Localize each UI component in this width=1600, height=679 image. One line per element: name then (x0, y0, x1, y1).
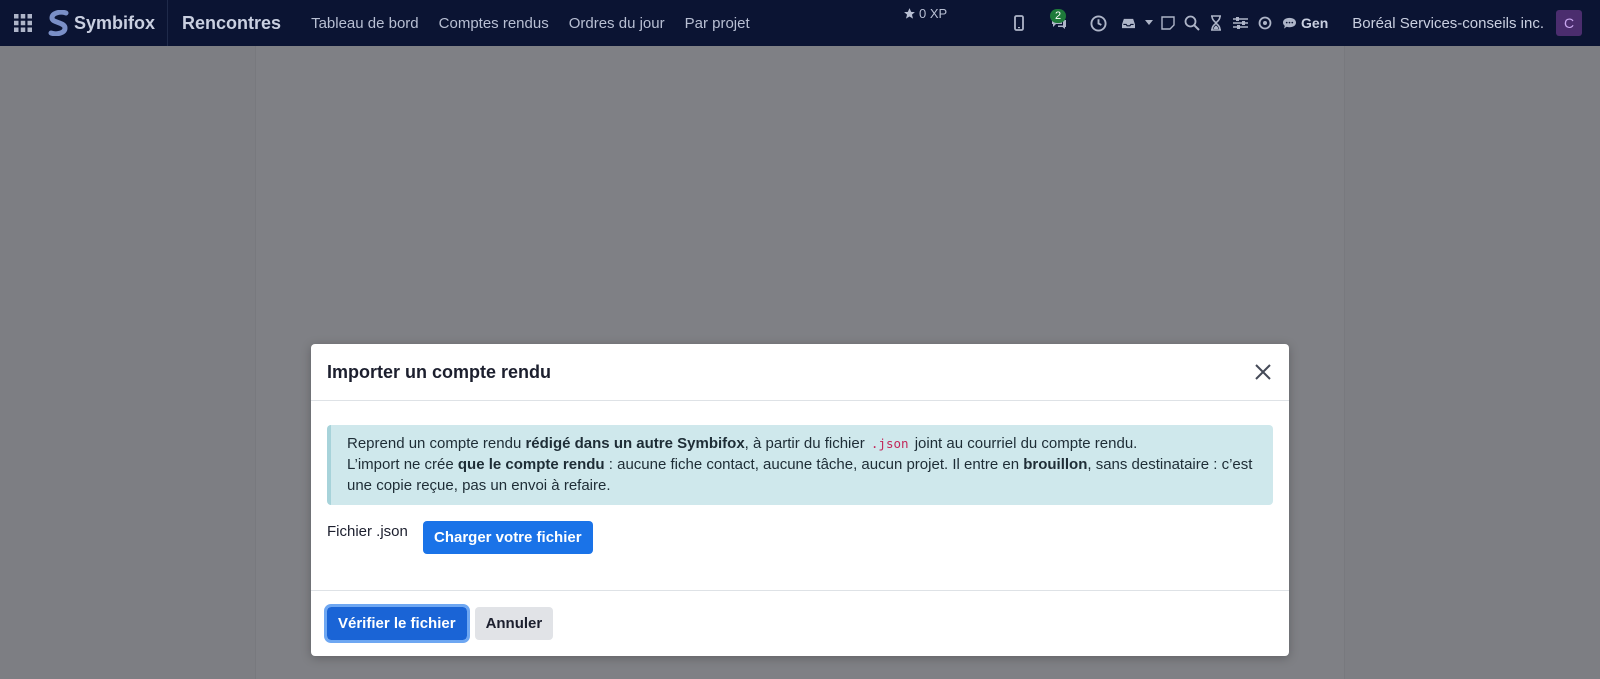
import-report-dialog: Importer un compte rendu Reprend un comp… (311, 344, 1289, 656)
dialog-header: Importer un compte rendu (311, 344, 1289, 401)
brand-logo-icon (48, 10, 69, 36)
settings-sliders-button[interactable] (1228, 0, 1252, 46)
close-button[interactable] (1253, 362, 1273, 382)
alert-bold-text: que le compte rendu (457, 456, 605, 473)
alert-line-2: L’import ne crée que le compte rendu : a… (347, 454, 1257, 496)
menu-item-ordres-du-jour[interactable]: Ordres du jour (559, 15, 675, 32)
star-icon (904, 8, 915, 19)
hourglass-icon (1211, 15, 1222, 31)
alert-bold-text: brouillon (1023, 456, 1088, 473)
user-avatar[interactable]: C (1556, 10, 1582, 36)
alert-text: : aucune fiche contact, aucune tâche, au… (604, 456, 1024, 473)
gen-label: Gen (1301, 15, 1329, 31)
search-button[interactable] (1180, 0, 1204, 46)
xp-counter[interactable]: 0 XP (903, 6, 947, 21)
clock-icon (1089, 14, 1107, 32)
messages-button[interactable]: 2 (1036, 0, 1082, 46)
systray: 2 Gen Boréal Services-conseils inc. C (1002, 0, 1600, 46)
alert-text: L’import ne crée (347, 456, 458, 473)
alert-bold-text: rédigé dans un autre Symbifox (525, 435, 745, 452)
alert-text: , à partir du fichier (744, 435, 869, 452)
apps-menu-button[interactable] (0, 0, 46, 46)
caret-down-icon (1145, 20, 1154, 25)
dialog-body: Reprend un compte rendu rédigé dans un a… (311, 401, 1289, 591)
note-icon (1161, 16, 1175, 30)
inbox-button[interactable] (1114, 0, 1142, 46)
brand-home-link[interactable]: Symbifox (46, 0, 169, 46)
sliders-icon (1232, 17, 1248, 29)
sun-icon (1258, 16, 1272, 30)
alert-line-1: Reprend un compte rendu rédigé dans un a… (347, 433, 1257, 454)
alert-text: joint au courriel du compte rendu. (910, 435, 1138, 452)
upload-file-button[interactable]: Charger votre fichier (423, 521, 593, 554)
mobile-button[interactable] (1002, 0, 1036, 46)
theme-toggle-button[interactable] (1252, 0, 1278, 46)
menu-item-par-projet[interactable]: Par projet (675, 15, 760, 32)
menu-item-comptes-rendus[interactable]: Comptes rendus (429, 15, 559, 32)
app-title[interactable]: Rencontres (182, 13, 281, 34)
inbox-dropdown-toggle[interactable] (1142, 0, 1156, 46)
alert-code-text: .json (870, 436, 909, 451)
main-menu: Tableau de bord Comptes rendus Ordres du… (301, 15, 760, 32)
cancel-button[interactable]: Annuler (474, 606, 554, 640)
activity-button[interactable] (1082, 0, 1114, 46)
apps-grid-icon (14, 14, 32, 32)
alert-text: Reprend un compte rendu (347, 435, 526, 452)
dialog-footer: Vérifier le fichier Annuler (311, 591, 1289, 655)
inbox-icon (1121, 18, 1135, 28)
top-navbar: Symbifox Rencontres Tableau de bord Comp… (0, 0, 1600, 46)
close-icon (1255, 364, 1271, 380)
messages-count-badge: 2 (1050, 9, 1067, 23)
search-icon (1184, 15, 1200, 31)
notes-button[interactable] (1156, 0, 1180, 46)
mobile-icon (1014, 15, 1024, 31)
speech-bubble-icon (1283, 17, 1297, 29)
verify-file-button[interactable]: Vérifier le fichier (324, 603, 470, 643)
info-alert: Reprend un compte rendu rédigé dans un a… (327, 425, 1273, 505)
timer-button[interactable] (1204, 0, 1228, 46)
brand-name: Symbifox (74, 12, 156, 33)
company-switcher[interactable]: Boréal Services-conseils inc. (1352, 15, 1544, 32)
file-field-row: Fichier .json Charger votre fichier (327, 521, 1273, 554)
file-field-label: Fichier .json (327, 523, 408, 540)
menu-item-tableau-de-bord[interactable]: Tableau de bord (301, 15, 429, 32)
gen-chat-button[interactable]: Gen (1278, 0, 1334, 46)
dialog-title: Importer un compte rendu (327, 361, 552, 382)
xp-value: 0 XP (919, 6, 948, 21)
